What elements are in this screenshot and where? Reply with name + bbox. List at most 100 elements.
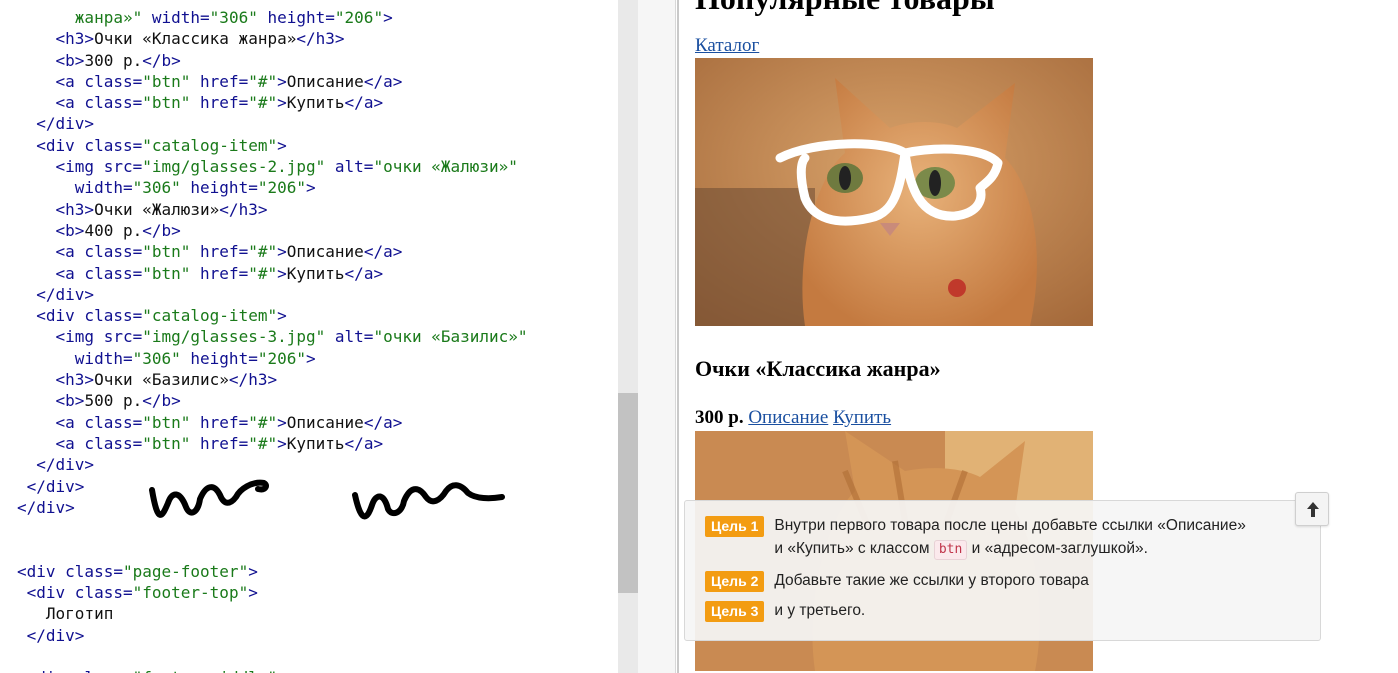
code-line[interactable]: <a class="btn" href="#">Описание</a> <box>17 241 528 262</box>
goal-1-text: Внутри первого товара после цены добавьт… <box>774 514 1246 560</box>
code-token: "#" <box>248 412 278 432</box>
goal-3-badge: Цель 3 <box>705 601 765 622</box>
code-token: <b> <box>55 391 85 411</box>
code-line[interactable]: width="306" height="206"> <box>17 177 528 198</box>
product-title: Очки «Классика жанра» <box>695 356 941 381</box>
code-token: <a <box>55 433 75 453</box>
code-line[interactable]: </div> <box>17 113 528 134</box>
code-line[interactable]: </div> <box>17 497 528 518</box>
goal-2-text: Добавьте такие же ссылки у второго товар… <box>774 572 1089 589</box>
code-line[interactable] <box>17 518 528 539</box>
code-line[interactable]: <div class="catalog-item"> <box>17 135 528 156</box>
code-line[interactable]: </div> <box>17 284 528 305</box>
code-token: <a <box>55 263 75 283</box>
code-token: > <box>248 583 258 603</box>
code-token: Очки «Классика жанра» <box>94 29 297 49</box>
code-token: "306" <box>132 178 181 198</box>
code-token: "catalog-item" <box>142 306 278 326</box>
code-token: </div> <box>26 625 85 645</box>
code-token: > <box>277 242 287 262</box>
product-price-line: 300 р. Описание Купить <box>695 407 891 429</box>
code-token: <a <box>55 71 75 91</box>
code-token: "очки «Базилис»" <box>373 327 528 347</box>
code-line[interactable] <box>17 646 528 667</box>
code-token: "#" <box>248 242 278 262</box>
code-line[interactable]: <b>500 р.</b> <box>17 390 528 411</box>
code-token: </h3> <box>296 29 345 49</box>
code-token: Купить <box>286 93 345 113</box>
description-link[interactable]: Описание <box>748 407 828 428</box>
code-token: class= <box>74 135 143 155</box>
code-token: Купить <box>286 263 345 283</box>
code-line[interactable]: <a class="btn" href="#">Описание</a> <box>17 71 528 92</box>
code-token: </a> <box>363 412 403 432</box>
code-line[interactable]: </div> <box>17 476 528 497</box>
code-token: "btn" <box>142 433 191 453</box>
code-line[interactable]: </div> <box>17 625 528 646</box>
code-line[interactable]: <a class="btn" href="#">Описание</a> <box>17 412 528 433</box>
code-token: Очки «Базилис» <box>94 370 229 390</box>
code-line[interactable]: <a class="btn" href="#">Купить</a> <box>17 92 528 113</box>
code-line[interactable]: <img src="img/glasses-2.jpg" alt="очки «… <box>17 156 528 177</box>
scroll-to-top-button[interactable] <box>1295 492 1329 526</box>
code-token: > <box>277 93 287 113</box>
code-line[interactable]: <b>400 р.</b> <box>17 220 528 241</box>
code-token: "img/glasses-2.jpg" <box>142 157 326 177</box>
editor-scrollbar[interactable] <box>618 0 638 673</box>
code-line[interactable]: <h3>Очки «Классика жанра»</h3> <box>17 28 528 49</box>
code-token: 500 р. <box>84 391 143 411</box>
code-line[interactable]: <div class="catalog-item"> <box>17 305 528 326</box>
code-token: </a> <box>344 433 384 453</box>
code-line[interactable]: жанра»" width="306" height="206"> <box>17 7 528 28</box>
pane-divider[interactable] <box>638 0 676 673</box>
code-token: <img <box>55 157 95 177</box>
code-token: "306" <box>132 348 181 368</box>
code-line[interactable]: <b>300 р.</b> <box>17 50 528 71</box>
code-line[interactable]: <div class="page-footer"> <box>17 561 528 582</box>
code-line[interactable]: <h3>Очки «Базилис»</h3> <box>17 369 528 390</box>
code-line[interactable]: <img src="img/glasses-3.jpg" alt="очки «… <box>17 326 528 347</box>
code-line[interactable]: <a class="btn" href="#">Купить</a> <box>17 263 528 284</box>
code-token: <img <box>55 327 95 347</box>
code-token: Купить <box>286 433 345 453</box>
code-line[interactable]: <a class="btn" href="#">Купить</a> <box>17 433 528 454</box>
code-line[interactable]: <div class="footer-middle"> <box>17 667 528 673</box>
code-token: href= <box>190 412 249 432</box>
code-line[interactable]: </div> <box>17 454 528 475</box>
code-token: width= <box>74 178 133 198</box>
goal-1-code-chip: btn <box>933 540 968 560</box>
code-content[interactable]: жанра»" width="306" height="206"> <h3>Оч… <box>17 7 528 673</box>
code-line[interactable]: <h3>Очки «Жалюзи»</h3> <box>17 199 528 220</box>
buy-link[interactable]: Купить <box>833 407 891 428</box>
code-token: href= <box>190 242 249 262</box>
code-token: </div> <box>36 284 95 304</box>
code-token: </a> <box>344 93 384 113</box>
code-token: <div <box>36 306 75 326</box>
editor-scroll-thumb[interactable] <box>618 393 638 593</box>
code-line[interactable]: Логотип <box>17 603 528 624</box>
code-token: class= <box>65 668 133 673</box>
code-line[interactable]: <div class="footer-top"> <box>17 582 528 603</box>
code-token: height= <box>180 178 258 198</box>
code-line[interactable]: width="306" height="206"> <box>17 348 528 369</box>
goal-3-text: и у третьего. <box>774 602 866 619</box>
code-editor[interactable]: жанра»" width="306" height="206"> <h3>Оч… <box>0 0 618 673</box>
code-token: Описание <box>286 242 364 262</box>
code-token: > <box>306 348 316 368</box>
code-token: class= <box>74 306 143 326</box>
code-token: > <box>383 8 393 27</box>
catalog-link[interactable]: Каталог <box>695 35 759 57</box>
code-line[interactable] <box>17 539 528 560</box>
code-token: </div> <box>26 476 85 496</box>
